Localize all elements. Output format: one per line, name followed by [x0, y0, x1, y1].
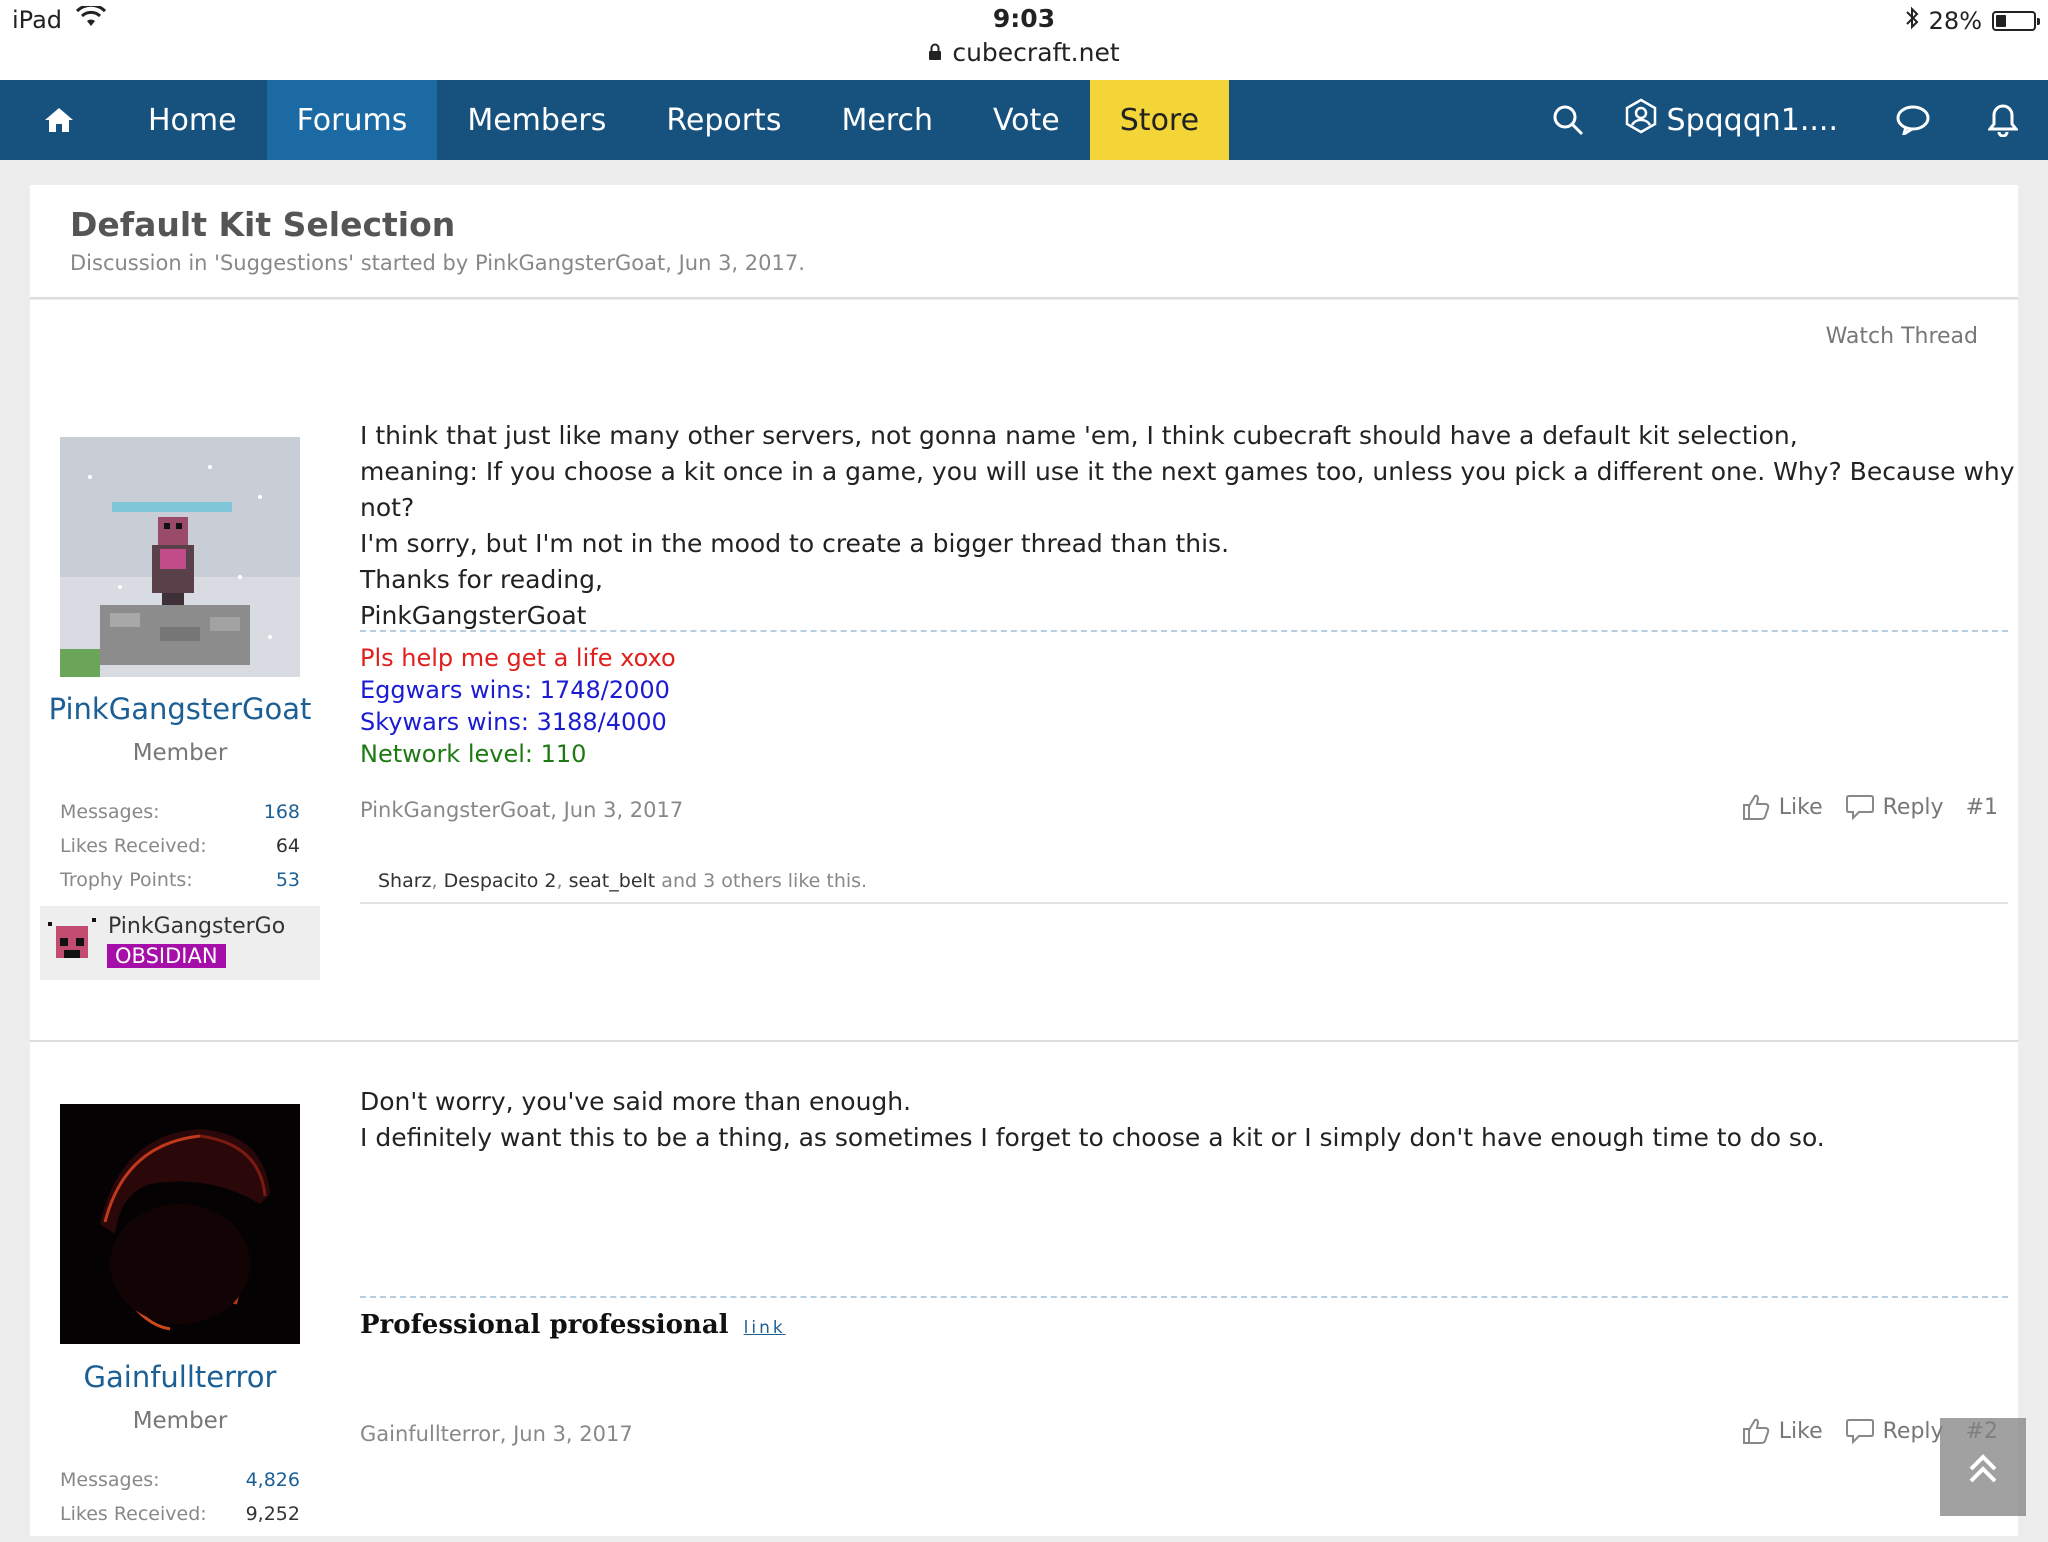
liker-1[interactable]: Sharz	[378, 870, 432, 892]
main-nav: Home Forums Members Reports Merch Vote S…	[0, 80, 2048, 160]
post-1: PinkGangsterGoat Member Messages: 168 Li…	[30, 300, 2018, 1042]
reply-bubble-icon	[1845, 1419, 1874, 1445]
liker-3[interactable]: seat_belt	[569, 870, 656, 892]
post-actions: Like Reply #1	[1741, 792, 1998, 822]
posts-container: Watch Thread PinkGangsterGoat Member Mes…	[30, 300, 2018, 1536]
stat-messages: Messages: 168	[60, 801, 300, 823]
nav-forums[interactable]: Forums	[266, 80, 438, 160]
messages-count[interactable]: 4,826	[246, 1469, 300, 1491]
likes-others[interactable]: and 3 others like this.	[661, 870, 867, 892]
nav-vote[interactable]: Vote	[963, 80, 1090, 160]
likes-count: 64	[275, 835, 300, 857]
user-title: Member	[132, 1408, 228, 1434]
like-button[interactable]: Like	[1741, 1416, 1823, 1446]
account-username: Spqqqn1....	[1666, 102, 1838, 138]
battery-icon	[1992, 11, 2040, 31]
rank-badge-box: PinkGangsterGo OBSIDIAN	[40, 906, 320, 980]
signature: Professional professional link	[360, 1310, 786, 1340]
post-body: I think that just like many other server…	[360, 421, 2015, 630]
battery-percent: 28%	[1928, 7, 1982, 35]
clock: 9:03	[992, 4, 1056, 33]
alerts-bell-icon[interactable]	[1958, 80, 2048, 160]
post-2: Gainfullterror Member Messages: 4,826 Li…	[30, 1042, 2018, 1542]
home-icon	[45, 108, 73, 132]
thread-header: Default Kit Selection Discussion in 'Sug…	[30, 185, 2018, 299]
thumbs-up-icon	[1742, 794, 1769, 820]
post-author-date[interactable]: Gainfullterror, Jun 3, 2017	[360, 1422, 633, 1446]
nav-reports[interactable]: Reports	[636, 80, 811, 160]
rank-badge: OBSIDIAN	[107, 944, 226, 968]
thread-description: Discussion in 'Suggestions' started by P…	[70, 251, 805, 275]
nav-right: Spqqqn1....	[1523, 80, 2048, 160]
double-chevron-up-icon	[1969, 1454, 1997, 1483]
search-icon[interactable]	[1523, 80, 1613, 160]
stat-messages: Messages: 4,826	[60, 1469, 300, 1491]
liker-2[interactable]: Despacito 2	[444, 870, 557, 892]
avatar[interactable]	[60, 1104, 300, 1344]
like-button[interactable]: Like	[1741, 792, 1823, 822]
lock-icon	[928, 38, 942, 67]
nav-store[interactable]: Store	[1089, 80, 1230, 160]
signature-divider	[360, 1296, 2008, 1298]
likes-summary: Sharz, Despacito 2, seat_belt and 3 othe…	[360, 850, 2008, 904]
avatar[interactable]	[60, 437, 300, 677]
likes-count: 9,252	[245, 1503, 300, 1525]
signature-link[interactable]: link	[744, 1318, 786, 1338]
scroll-to-top-button[interactable]	[1940, 1418, 2026, 1516]
nav-home[interactable]: Home	[118, 80, 267, 160]
nav-members[interactable]: Members	[437, 80, 636, 160]
reply-bubble-icon	[1845, 795, 1874, 821]
signature-divider	[360, 630, 2008, 632]
nav-merch[interactable]: Merch	[811, 80, 963, 160]
post-number[interactable]: #1	[1966, 795, 1998, 820]
address-bar[interactable]: cubecraft.net	[0, 38, 2048, 67]
post-meta: Gainfullterror, Jun 3, 2017 Like Reply #…	[360, 1419, 2008, 1447]
account-menu[interactable]: Spqqqn1....	[1613, 98, 1868, 142]
user-title: Member	[132, 740, 228, 766]
stat-trophy: Trophy Points: 53	[60, 869, 300, 891]
bluetooth-icon	[1905, 6, 1919, 36]
user-avatar-icon	[1623, 98, 1659, 142]
conversations-icon[interactable]	[1868, 80, 1958, 160]
post-username[interactable]: PinkGangsterGoat	[30, 692, 330, 726]
ios-status-bar: iPad 9:03 cubecraft.net 28%	[0, 0, 2048, 80]
status-right: 28%	[1905, 6, 2040, 36]
url-text: cubecraft.net	[952, 38, 1120, 67]
thumbs-up-icon	[1742, 1418, 1769, 1444]
post-author-date[interactable]: PinkGangsterGoat, Jun 3, 2017	[360, 798, 683, 822]
player-head-icon	[48, 918, 96, 966]
signature: Pls help me get a life xoxo Eggwars wins…	[360, 644, 676, 768]
stat-likes: Likes Received: 9,252	[60, 1503, 300, 1525]
stat-likes: Likes Received: 64	[60, 835, 300, 857]
badge-username: PinkGangsterGo	[108, 914, 286, 939]
post-username[interactable]: Gainfullterror	[30, 1360, 330, 1394]
home-icon-button[interactable]	[0, 80, 118, 160]
page-title: Default Kit Selection	[70, 205, 456, 244]
trophy-count[interactable]: 53	[276, 869, 300, 891]
reply-button[interactable]: Reply	[1845, 793, 1944, 821]
post-body: Don't worry, you've said more than enoug…	[360, 1087, 1825, 1152]
messages-count[interactable]: 168	[264, 801, 300, 823]
post-meta: PinkGangsterGoat, Jun 3, 2017 Like Reply…	[360, 795, 2008, 823]
reply-button[interactable]: Reply	[1845, 1417, 1944, 1445]
